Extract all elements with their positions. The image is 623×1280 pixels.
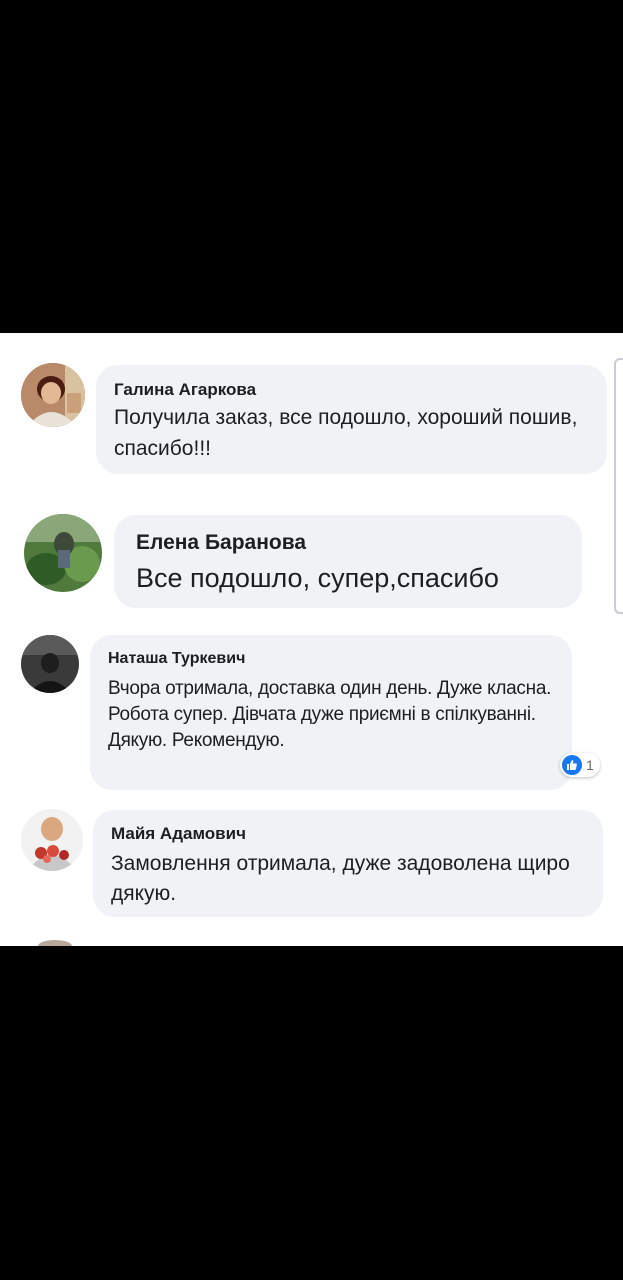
avatar[interactable]: [21, 363, 85, 427]
reaction-count: 1: [586, 757, 594, 773]
avatar[interactable]: [38, 940, 72, 946]
comment-text: Замовлення отримала, дуже задоволена щир…: [111, 852, 570, 905]
comments-panel: Галина Агаркова Получила заказ, все подо…: [0, 333, 623, 946]
comment-bubble[interactable]: Майя Адамович Замовлення отримала, дуже …: [93, 810, 603, 917]
dark-portrait-icon: [21, 635, 79, 693]
scroll-edge[interactable]: [614, 358, 623, 614]
comment-author[interactable]: Галина Агаркова: [114, 379, 589, 401]
reaction-badge[interactable]: 1: [560, 753, 600, 777]
comment-bubble[interactable]: Галина Агаркова Получила заказ, все подо…: [96, 365, 607, 474]
avatar[interactable]: [21, 809, 83, 871]
comment-text: Получила заказ, все подошло, хороший пош…: [114, 406, 578, 460]
comment-author[interactable]: Елена Баранова: [136, 529, 560, 556]
comment-bubble[interactable]: Наташа Туркевич Вчора отримала, доставка…: [90, 635, 572, 790]
woman-portrait-icon: [21, 363, 85, 427]
comment-text: Вчора отримала, доставка один день. Дуже…: [108, 678, 552, 751]
like-icon: [562, 755, 582, 775]
comment-text: Все подошло, супер,спасибо: [136, 563, 499, 593]
avatar[interactable]: [24, 514, 102, 592]
avatar[interactable]: [21, 635, 79, 693]
comment-author[interactable]: Наташа Туркевич: [108, 648, 554, 670]
woman-with-flowers-icon: [21, 809, 83, 871]
garden-plants-icon: [24, 514, 102, 592]
comment-bubble[interactable]: Елена Баранова Все подошло, супер,спасиб…: [114, 515, 582, 608]
comment-author[interactable]: Майя Адамович: [111, 823, 585, 845]
